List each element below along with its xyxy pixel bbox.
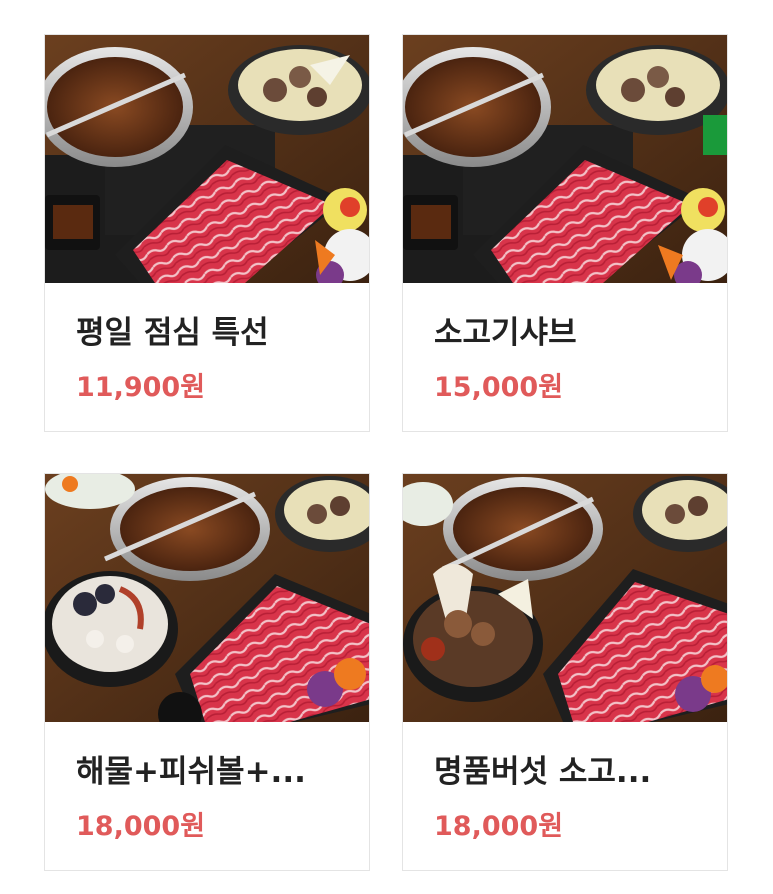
menu-card[interactable]: 소고기샤브 15,000원 <box>402 34 728 432</box>
menu-item-name: 해물+피쉬볼+... <box>76 754 306 790</box>
menu-grid: 평일 점심 특선 11,900원 소고기샤브 15,000원 해물+피쉬볼+..… <box>0 0 773 894</box>
menu-item-name: 명품버섯 소고... <box>434 754 652 790</box>
menu-card[interactable]: 평일 점심 특선 11,900원 <box>44 34 370 432</box>
menu-item-price: 18,000원 <box>76 811 206 842</box>
menu-item-price: 11,900원 <box>76 372 206 403</box>
menu-item-price: 15,000원 <box>434 372 564 403</box>
menu-item-name: 평일 점심 특선 <box>76 315 269 351</box>
menu-item-photo <box>45 474 369 722</box>
menu-card[interactable]: 명품버섯 소고... 18,000원 <box>402 473 728 871</box>
menu-item-price: 18,000원 <box>434 811 564 842</box>
menu-item-photo <box>45 35 369 283</box>
menu-card[interactable]: 해물+피쉬볼+... 18,000원 <box>44 473 370 871</box>
menu-item-name: 소고기샤브 <box>434 315 577 351</box>
menu-item-photo <box>403 35 727 283</box>
menu-item-photo <box>403 474 727 722</box>
